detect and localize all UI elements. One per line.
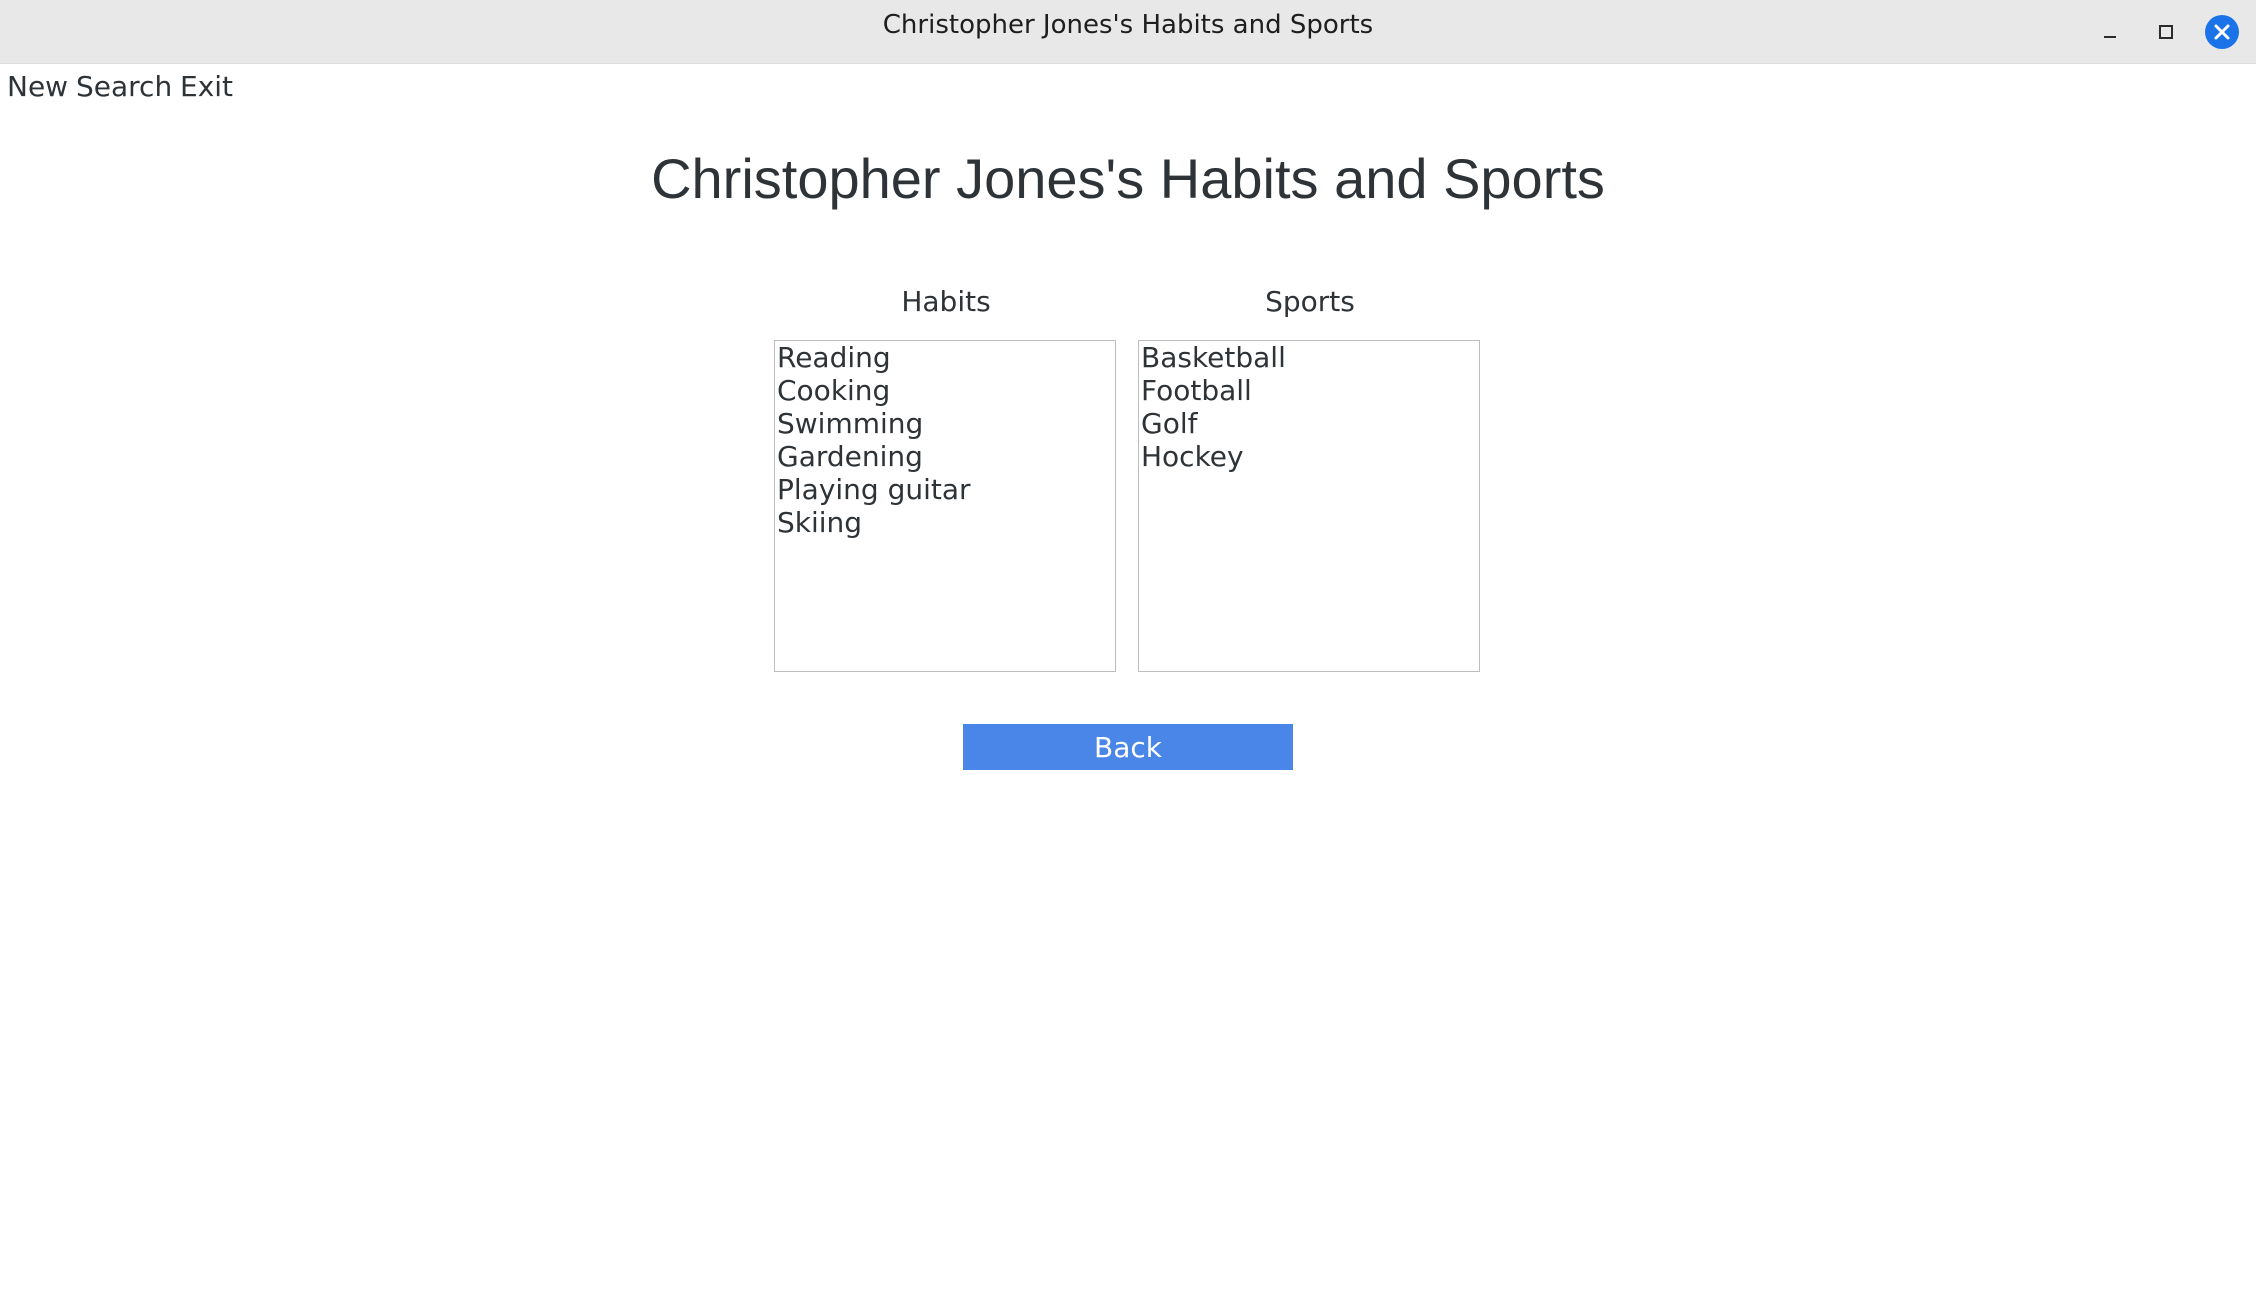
list-item[interactable]: Playing guitar [775, 473, 1115, 506]
list-item[interactable]: Golf [1139, 407, 1479, 440]
minimize-icon[interactable] [2092, 14, 2128, 50]
habits-listbox[interactable]: Reading Cooking Swimming Gardening Playi… [774, 340, 1116, 672]
window-titlebar: Christopher Jones's Habits and Sports [0, 0, 2256, 64]
sports-label: Sports [1265, 285, 1355, 318]
menu-search[interactable]: Search [76, 70, 172, 103]
list-item[interactable]: Basketball [1139, 341, 1479, 374]
back-button[interactable]: Back [963, 724, 1293, 770]
list-item[interactable]: Cooking [775, 374, 1115, 407]
menu-exit[interactable]: Exit [180, 70, 233, 103]
window-title: Christopher Jones's Habits and Sports [882, 10, 1374, 40]
list-item[interactable]: Hockey [1139, 440, 1479, 473]
maximize-icon[interactable] [2148, 14, 2184, 50]
list-item[interactable]: Swimming [775, 407, 1115, 440]
menu-bar: New Search Exit [0, 64, 2256, 110]
list-item[interactable]: Reading [775, 341, 1115, 374]
page-title: Christopher Jones's Habits and Sports [651, 147, 1605, 210]
sports-listbox[interactable]: Basketball Football Golf Hockey [1138, 340, 1480, 672]
habits-label: Habits [901, 285, 991, 318]
list-item[interactable]: Football [1139, 374, 1479, 407]
close-icon[interactable] [2204, 14, 2240, 50]
list-item[interactable]: Skiing [775, 506, 1115, 539]
list-item[interactable]: Gardening [775, 440, 1115, 473]
menu-new[interactable]: New [7, 70, 68, 103]
